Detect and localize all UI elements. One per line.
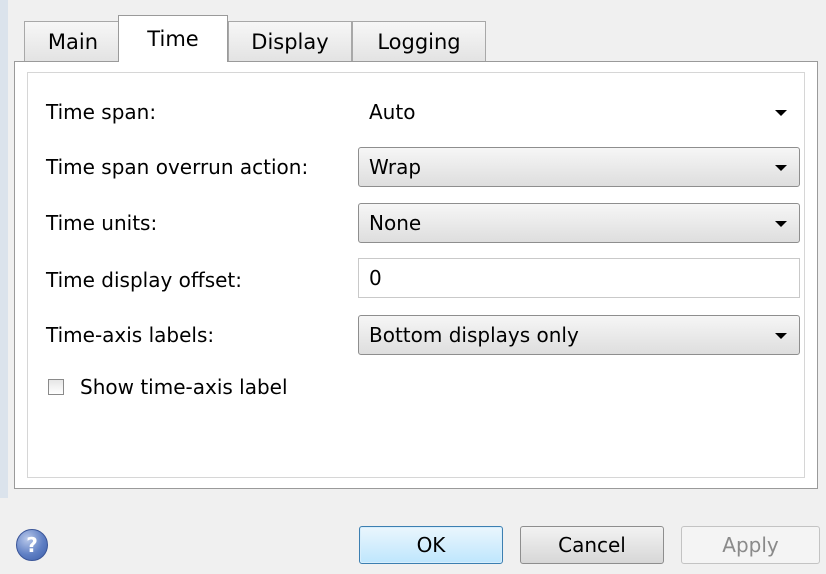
apply-button-label: Apply — [722, 533, 779, 557]
tab-time[interactable]: Time — [118, 15, 228, 62]
cancel-button-label: Cancel — [558, 533, 626, 557]
tab-display[interactable]: Display — [228, 21, 352, 61]
time-units-label: Time units: — [46, 211, 158, 235]
apply-button[interactable]: Apply — [681, 526, 820, 564]
display-offset-value: 0 — [369, 266, 382, 290]
ok-button[interactable]: OK — [359, 526, 503, 564]
time-units-value: None — [369, 211, 422, 235]
display-offset-input[interactable]: 0 — [358, 258, 800, 298]
chevron-down-icon — [775, 221, 787, 227]
tab-logging-label: Logging — [377, 29, 461, 54]
scope-properties-dialog: Main Time Display Logging Time span: Aut… — [0, 0, 826, 574]
time-span-label: Time span: — [46, 100, 157, 124]
overrun-action-label: Time span overrun action: — [46, 155, 309, 179]
tab-display-label: Display — [251, 29, 329, 54]
cancel-button[interactable]: Cancel — [520, 526, 664, 564]
overrun-action-value: Wrap — [369, 155, 422, 179]
tab-main[interactable]: Main — [24, 21, 122, 61]
show-axis-label-option[interactable]: Show time-axis label — [48, 374, 288, 400]
overrun-action-dropdown[interactable]: Wrap — [358, 147, 800, 187]
axis-labels-label: Time-axis labels: — [46, 323, 215, 347]
display-offset-label: Time display offset: — [46, 268, 242, 292]
chevron-down-icon — [775, 110, 787, 116]
tab-logging[interactable]: Logging — [352, 21, 486, 61]
help-icon-glyph: ? — [26, 533, 38, 557]
window-edge — [0, 0, 8, 498]
show-axis-label-checkbox[interactable] — [48, 379, 64, 395]
axis-labels-dropdown[interactable]: Bottom displays only — [358, 315, 800, 355]
time-span-value: Auto — [369, 100, 416, 124]
help-icon[interactable]: ? — [16, 529, 48, 561]
chevron-down-icon — [775, 165, 787, 171]
show-axis-label-text: Show time-axis label — [80, 375, 288, 399]
tab-time-label: Time — [147, 27, 199, 51]
time-units-dropdown[interactable]: None — [358, 203, 800, 243]
ok-button-label: OK — [416, 533, 446, 557]
chevron-down-icon — [775, 333, 787, 339]
time-span-dropdown[interactable]: Auto — [358, 92, 800, 132]
axis-labels-value: Bottom displays only — [369, 323, 579, 347]
tab-main-label: Main — [47, 29, 99, 54]
